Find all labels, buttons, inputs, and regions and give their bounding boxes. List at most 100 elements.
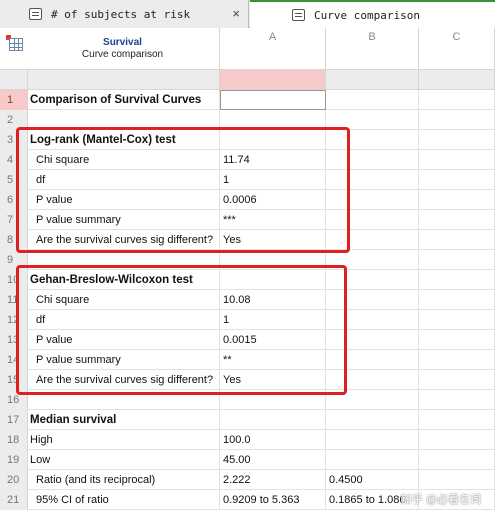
- value-cell-a[interactable]: [220, 270, 326, 290]
- row-label-cell[interactable]: Low: [28, 450, 220, 470]
- value-cell-c[interactable]: [419, 190, 495, 210]
- row-number[interactable]: 19: [0, 450, 28, 470]
- value-cell-a[interactable]: 2.222: [220, 470, 326, 490]
- row-label-cell[interactable]: Log-rank (Mantel-Cox) test: [28, 130, 220, 150]
- value-cell-a[interactable]: 0.0006: [220, 190, 326, 210]
- row-label-cell[interactable]: P value: [28, 330, 220, 350]
- row-label-cell[interactable]: [28, 250, 220, 270]
- value-cell-b[interactable]: [326, 210, 419, 230]
- value-cell-c[interactable]: [419, 390, 495, 410]
- selected-cell[interactable]: [220, 90, 326, 110]
- value-cell-c[interactable]: [419, 290, 495, 310]
- value-cell-b[interactable]: [326, 290, 419, 310]
- row-number[interactable]: 15: [0, 370, 28, 390]
- row-label-cell[interactable]: P value summary: [28, 350, 220, 370]
- row-number[interactable]: 4: [0, 150, 28, 170]
- row-number[interactable]: 11: [0, 290, 28, 310]
- tab-subjects-at-risk[interactable]: # of subjects at risk ×: [0, 0, 249, 28]
- value-cell-a[interactable]: [220, 250, 326, 270]
- value-cell-c[interactable]: [419, 430, 495, 450]
- value-cell-c[interactable]: [419, 450, 495, 470]
- row-label-cell[interactable]: Median survival: [28, 410, 220, 430]
- value-cell-a[interactable]: 100.0: [220, 430, 326, 450]
- value-cell-b[interactable]: [326, 370, 419, 390]
- value-cell-a[interactable]: 1: [220, 310, 326, 330]
- value-cell-a[interactable]: [220, 110, 326, 130]
- value-cell-c[interactable]: [419, 130, 495, 150]
- value-cell-a[interactable]: 1: [220, 170, 326, 190]
- row-label-cell[interactable]: Chi square: [28, 150, 220, 170]
- value-cell-a[interactable]: Yes: [220, 230, 326, 250]
- row-label-cell[interactable]: Chi square: [28, 290, 220, 310]
- value-cell-c[interactable]: [419, 370, 495, 390]
- row-number[interactable]: 10: [0, 270, 28, 290]
- row-number[interactable]: 20: [0, 470, 28, 490]
- row-number[interactable]: 14: [0, 350, 28, 370]
- value-cell-b[interactable]: [326, 230, 419, 250]
- row-label-cell[interactable]: High: [28, 430, 220, 450]
- row-label-cell[interactable]: Ratio (and its reciprocal): [28, 470, 220, 490]
- row-label-cell[interactable]: [28, 110, 220, 130]
- value-cell-c[interactable]: [419, 250, 495, 270]
- value-cell-a[interactable]: Yes: [220, 370, 326, 390]
- column-c-subheader[interactable]: [419, 70, 495, 90]
- column-header-b[interactable]: B: [326, 28, 419, 70]
- value-cell-a[interactable]: 45.00: [220, 450, 326, 470]
- value-cell-c[interactable]: [419, 470, 495, 490]
- value-cell-c[interactable]: [419, 90, 495, 110]
- value-cell-a[interactable]: 11.74: [220, 150, 326, 170]
- value-cell-b[interactable]: [326, 150, 419, 170]
- value-cell-b[interactable]: [326, 250, 419, 270]
- column-header-c[interactable]: C: [419, 28, 495, 70]
- row-number[interactable]: 7: [0, 210, 28, 230]
- column-b-subheader[interactable]: [326, 70, 419, 90]
- value-cell-c[interactable]: [419, 210, 495, 230]
- value-cell-c[interactable]: [419, 110, 495, 130]
- row-label-cell[interactable]: [28, 390, 220, 410]
- row-label-cell[interactable]: P value summary: [28, 210, 220, 230]
- row-number[interactable]: 3: [0, 130, 28, 150]
- row-number[interactable]: 9: [0, 250, 28, 270]
- value-cell-c[interactable]: [419, 310, 495, 330]
- value-cell-b[interactable]: [326, 110, 419, 130]
- value-cell-c[interactable]: [419, 350, 495, 370]
- value-cell-a[interactable]: 0.9209 to 5.363: [220, 490, 326, 510]
- row-number[interactable]: 17: [0, 410, 28, 430]
- value-cell-c[interactable]: [419, 410, 495, 430]
- row-label-cell[interactable]: P value: [28, 190, 220, 210]
- column-a-subheader[interactable]: [220, 70, 326, 90]
- value-cell-a[interactable]: [220, 390, 326, 410]
- value-cell-b[interactable]: [326, 430, 419, 450]
- value-cell-a[interactable]: **: [220, 350, 326, 370]
- row-number[interactable]: 12: [0, 310, 28, 330]
- row-label-cell[interactable]: Are the survival curves sig different?: [28, 370, 220, 390]
- value-cell-c[interactable]: [419, 170, 495, 190]
- value-cell-c[interactable]: [419, 330, 495, 350]
- value-cell-a[interactable]: [220, 130, 326, 150]
- value-cell-c[interactable]: [419, 270, 495, 290]
- value-cell-b[interactable]: [326, 190, 419, 210]
- value-cell-b[interactable]: [326, 390, 419, 410]
- row-number[interactable]: 2: [0, 110, 28, 130]
- value-cell-b[interactable]: [326, 130, 419, 150]
- tab-curve-comparison[interactable]: Curve comparison: [250, 0, 495, 29]
- row-number[interactable]: 6: [0, 190, 28, 210]
- value-cell-b[interactable]: [326, 170, 419, 190]
- row-number[interactable]: 13: [0, 330, 28, 350]
- row-number[interactable]: 5: [0, 170, 28, 190]
- row-number[interactable]: 21: [0, 490, 28, 510]
- row-label-cell[interactable]: 95% CI of ratio: [28, 490, 220, 510]
- value-cell-a[interactable]: [220, 410, 326, 430]
- row-number[interactable]: 18: [0, 430, 28, 450]
- column-header-a[interactable]: A: [220, 28, 326, 70]
- row-label-cell[interactable]: Are the survival curves sig different?: [28, 230, 220, 250]
- value-cell-b[interactable]: [326, 350, 419, 370]
- row-label-cell[interactable]: Gehan-Breslow-Wilcoxon test: [28, 270, 220, 290]
- row-label-cell[interactable]: df: [28, 170, 220, 190]
- value-cell-b[interactable]: 0.4500: [326, 470, 419, 490]
- row-number[interactable]: 8: [0, 230, 28, 250]
- value-cell-b[interactable]: [326, 90, 419, 110]
- value-cell-b[interactable]: [326, 450, 419, 470]
- value-cell-b[interactable]: [326, 410, 419, 430]
- value-cell-a[interactable]: ***: [220, 210, 326, 230]
